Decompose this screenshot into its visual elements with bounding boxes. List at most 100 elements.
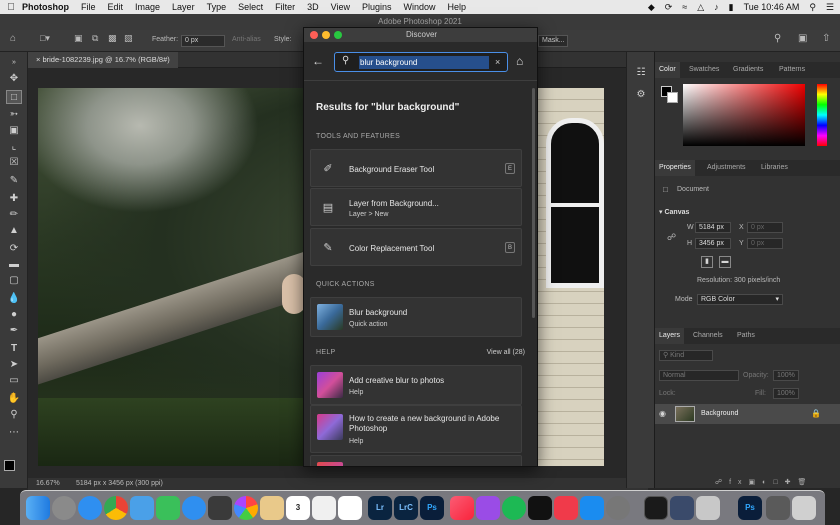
- chrome-icon[interactable]: [104, 496, 128, 520]
- podcasts-icon[interactable]: [476, 496, 500, 520]
- spotify-icon[interactable]: [502, 496, 526, 520]
- clock[interactable]: Tue 10:46 AM: [744, 2, 800, 12]
- fx-icon[interactable]: fx: [729, 479, 748, 486]
- tab-adjustments[interactable]: Adjustments: [703, 160, 750, 176]
- volume-icon[interactable]: ♪: [714, 2, 719, 12]
- control-center-icon[interactable]: ☰: [826, 2, 834, 13]
- color-background-swatch[interactable]: [667, 92, 678, 103]
- result-layer-from-background[interactable]: ▤ Layer from Background... Layer > New: [310, 188, 522, 226]
- tab-channels[interactable]: Channels: [689, 328, 727, 344]
- menu-3d[interactable]: 3D: [307, 2, 319, 12]
- visibility-eye-icon[interactable]: ◉: [659, 409, 666, 418]
- airplay-icon[interactable]: △: [697, 2, 704, 13]
- link-dimensions-icon[interactable]: ☍: [667, 232, 676, 243]
- intersect-selection-icon[interactable]: ▧: [124, 33, 133, 44]
- eyedropper-tool-icon[interactable]: ✎: [6, 174, 22, 188]
- recent-app-icon[interactable]: [766, 496, 790, 520]
- facetime-icon[interactable]: [156, 496, 180, 520]
- menu-plugins[interactable]: Plugins: [362, 2, 392, 12]
- tab-paths[interactable]: Paths: [733, 328, 759, 344]
- menu-filter[interactable]: Filter: [275, 2, 295, 12]
- app-store-icon[interactable]: [580, 496, 604, 520]
- menu-help[interactable]: Help: [448, 2, 467, 12]
- width-input[interactable]: 5184 px: [695, 222, 731, 233]
- tab-color[interactable]: Color: [655, 62, 680, 78]
- add-selection-icon[interactable]: ⧉: [92, 33, 98, 44]
- more-tools-icon[interactable]: ⋯: [6, 426, 22, 440]
- menu-window[interactable]: Window: [404, 2, 436, 12]
- dodge-tool-icon[interactable]: ●: [6, 308, 22, 322]
- tab-properties[interactable]: Properties: [655, 160, 695, 176]
- layer-name[interactable]: Background: [701, 410, 738, 417]
- portrait-orientation-icon[interactable]: ▮: [701, 256, 713, 268]
- lightroom-classic-icon[interactable]: LrC: [394, 496, 418, 520]
- document-info[interactable]: 5184 px x 3456 px (300 ppi): [76, 480, 163, 487]
- clear-search-icon[interactable]: ×: [495, 57, 500, 67]
- feather-input[interactable]: 0 px: [181, 35, 225, 47]
- menu-select[interactable]: Select: [238, 2, 263, 12]
- marquee-preset-icon[interactable]: □▾: [40, 33, 50, 44]
- link-layers-icon[interactable]: ☍: [715, 479, 729, 486]
- reminders-icon[interactable]: [312, 496, 336, 520]
- path-select-tool-icon[interactable]: ➤: [6, 358, 22, 372]
- layer-kind-filter[interactable]: ⚲ Kind: [659, 350, 713, 361]
- help-create-new-background[interactable]: How to create a new background in Adobe …: [310, 405, 522, 453]
- fill-input[interactable]: 100%: [773, 388, 799, 399]
- menu-layer[interactable]: Layer: [172, 2, 195, 12]
- menu-type[interactable]: Type: [207, 2, 227, 12]
- zoom-tool-icon[interactable]: ⚲: [6, 408, 22, 422]
- dropbox-icon[interactable]: ◆: [648, 2, 655, 13]
- battery-icon[interactable]: ▮: [729, 2, 734, 13]
- help-partial-row[interactable]: [310, 455, 522, 466]
- pen-tool-icon[interactable]: ✒: [6, 324, 22, 338]
- mode-select[interactable]: RGB Color ▾: [697, 294, 783, 305]
- delete-layer-icon[interactable]: 🗑: [798, 479, 814, 486]
- close-window-button[interactable]: [310, 31, 318, 39]
- sync-icon[interactable]: ⟳: [665, 2, 673, 13]
- zoom-window-button[interactable]: [334, 31, 342, 39]
- frame-tool-icon[interactable]: ☒: [6, 156, 22, 170]
- menu-edit[interactable]: Edit: [108, 2, 124, 12]
- healing-tool-icon[interactable]: ✚: [6, 192, 22, 206]
- brush-tool-icon[interactable]: ✏: [6, 208, 22, 222]
- foreground-color-swatch[interactable]: [4, 460, 15, 471]
- crop-tool-icon[interactable]: ⌞: [6, 140, 22, 154]
- quick-action-blur-background[interactable]: Blur background Quick action: [310, 297, 522, 337]
- search-icon[interactable]: ⚲: [774, 33, 781, 44]
- music-icon[interactable]: [450, 496, 474, 520]
- landscape-orientation-icon[interactable]: ▬: [719, 256, 731, 268]
- blend-mode-select[interactable]: Normal: [659, 370, 739, 381]
- result-color-replacement-tool[interactable]: ✎ Color Replacement Tool B: [310, 228, 522, 266]
- photoshop-icon[interactable]: Ps: [420, 496, 444, 520]
- system-preferences-icon[interactable]: [606, 496, 630, 520]
- finder-icon[interactable]: [26, 496, 50, 520]
- type-tool-icon[interactable]: T: [6, 342, 22, 356]
- layer-row-background[interactable]: ◉ Background 🔒: [655, 404, 840, 424]
- news-icon[interactable]: [554, 496, 578, 520]
- menu-file[interactable]: File: [81, 2, 96, 12]
- history-panel-icon[interactable]: ☷: [633, 66, 649, 80]
- apple-menu-icon[interactable]: : [0, 2, 22, 13]
- add-mask-icon[interactable]: ▣: [749, 479, 763, 486]
- color-field[interactable]: [683, 84, 805, 146]
- new-layer-icon[interactable]: ✚: [785, 479, 798, 486]
- adjust-panel-icon[interactable]: ⚙: [633, 88, 649, 102]
- trash-icon[interactable]: [792, 496, 816, 520]
- tab-swatches[interactable]: Swatches: [685, 62, 723, 78]
- spotlight-icon[interactable]: ⚲: [809, 2, 816, 13]
- menu-app-name[interactable]: Photoshop: [22, 2, 69, 12]
- height-input[interactable]: 3456 px: [695, 238, 731, 249]
- contacts-icon[interactable]: [260, 496, 284, 520]
- eraser-tool-icon[interactable]: ▬: [6, 258, 22, 272]
- messages-icon[interactable]: [182, 496, 206, 520]
- stamp-tool-icon[interactable]: ▲: [6, 224, 22, 238]
- psd-file-icon[interactable]: Ps: [738, 496, 762, 520]
- notes-icon[interactable]: [338, 496, 362, 520]
- share-icon[interactable]: ⇧: [822, 33, 830, 44]
- minimize-window-button[interactable]: [322, 31, 330, 39]
- history-brush-tool-icon[interactable]: ⟳: [6, 242, 22, 256]
- new-group-icon[interactable]: □: [773, 479, 784, 486]
- menu-image[interactable]: Image: [135, 2, 160, 12]
- document-tab[interactable]: × bride-1082239.jpg @ 16.7% (RGB/8#): [28, 52, 178, 68]
- gradient-tool-icon[interactable]: ▢: [6, 274, 22, 288]
